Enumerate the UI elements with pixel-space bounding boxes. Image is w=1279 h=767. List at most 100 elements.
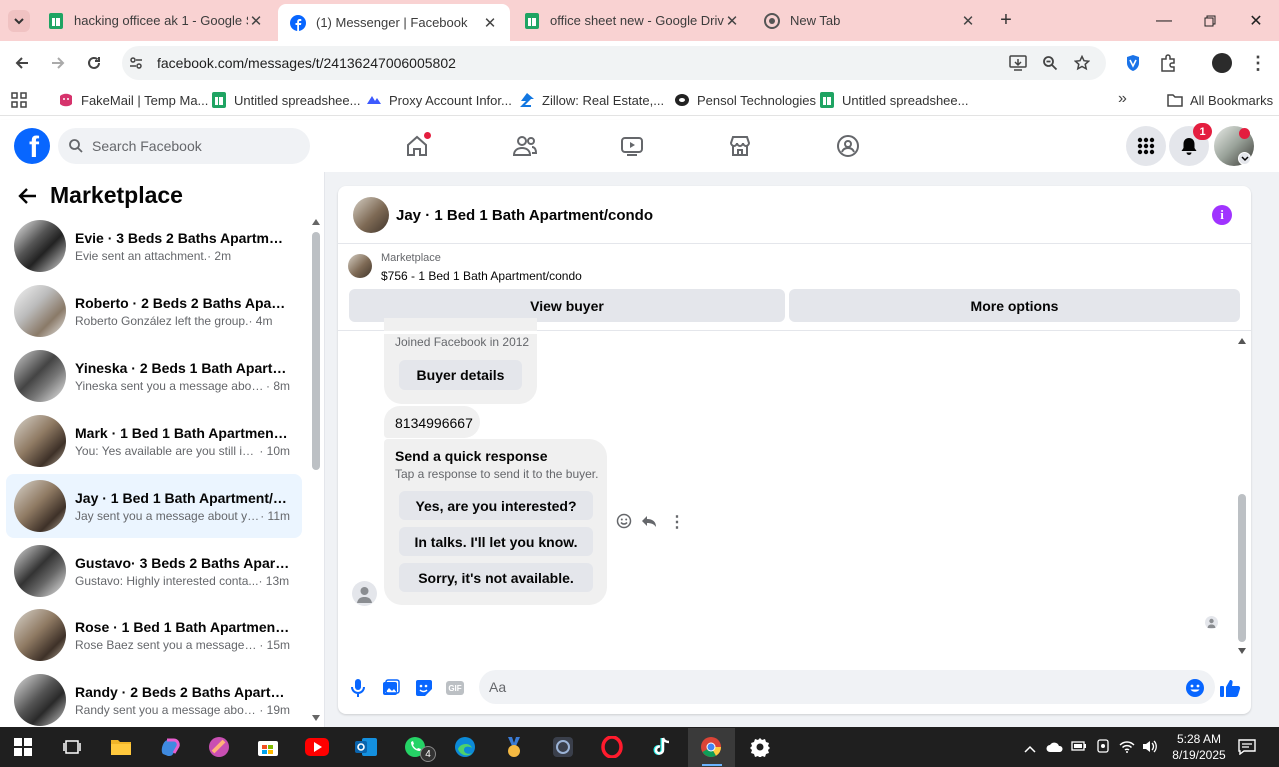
quick-response-in-talks-button[interactable]: In talks. I'll let you know. <box>399 527 593 556</box>
apps-grid-icon[interactable] <box>11 92 27 108</box>
search-facebook-input[interactable]: Search Facebook <box>58 128 310 164</box>
minimize-button[interactable]: — <box>1141 0 1187 41</box>
more-options-button[interactable]: More options <box>789 289 1240 322</box>
nav-groups[interactable] <box>834 134 862 158</box>
react-emoji-icon[interactable] <box>616 513 632 529</box>
conversation-item[interactable]: Randy · 2 Beds 2 Baths Apartme... Randy … <box>6 668 302 732</box>
back-arrow-icon[interactable] <box>18 186 38 212</box>
close-icon[interactable]: ✕ <box>960 12 976 30</box>
wifi-icon[interactable] <box>1119 740 1135 756</box>
extensions-icon[interactable] <box>1152 47 1184 79</box>
edge-app[interactable] <box>448 731 482 763</box>
emoji-picker-icon[interactable] <box>1184 677 1206 699</box>
bookmark-proxy-account[interactable]: Proxy Account Infor... <box>366 91 512 109</box>
chat-title[interactable]: Jay · 1 Bed 1 Bath Apartment/condo <box>396 207 653 224</box>
close-icon[interactable]: ✕ <box>482 14 498 32</box>
close-window-button[interactable]: ✕ <box>1233 0 1279 41</box>
forward-button[interactable] <box>42 47 74 79</box>
volume-icon[interactable] <box>1142 740 1158 756</box>
like-thumb-icon[interactable] <box>1219 677 1241 699</box>
conversation-item[interactable]: Mark · 1 Bed 1 Bath Apartment/... You: Y… <box>6 409 302 473</box>
sticker-icon[interactable] <box>413 677 435 699</box>
medal-app[interactable] <box>497 731 531 763</box>
quick-response-sorry-button[interactable]: Sorry, it's not available. <box>399 563 593 592</box>
install-app-icon[interactable] <box>1002 47 1034 79</box>
tray-chevron-up-icon[interactable] <box>1024 741 1036 756</box>
youtube-app[interactable] <box>300 731 334 763</box>
chat-scrollbar[interactable] <box>1238 494 1246 642</box>
new-tab-button[interactable]: + <box>994 8 1018 32</box>
nav-friends[interactable] <box>511 134 539 158</box>
tab-office-sheet[interactable]: office sheet new - Google Drive ✕ <box>512 0 752 41</box>
gif-icon[interactable]: GIF <box>444 677 466 699</box>
file-explorer-app[interactable] <box>104 731 138 763</box>
menu-button[interactable] <box>1126 126 1166 166</box>
tab-new-tab[interactable]: New Tab ✕ <box>752 0 988 41</box>
vpn-shield-icon[interactable] <box>1117 47 1149 79</box>
scroll-up-arrow[interactable] <box>312 219 320 225</box>
conversation-list-scrollbar[interactable] <box>312 232 320 470</box>
chat-scroll-down-arrow[interactable] <box>1238 648 1246 654</box>
onedrive-icon[interactable] <box>1046 741 1064 756</box>
voice-clip-icon[interactable] <box>347 677 369 699</box>
tab-search-button[interactable] <box>8 10 30 32</box>
battery-icon[interactable] <box>1071 740 1087 755</box>
bookmark-fakemail[interactable]: FakeMail | Temp Ma... <box>58 91 208 109</box>
chrome-app[interactable] <box>694 731 728 763</box>
conversation-item[interactable]: Evie · 3 Beds 2 Baths Apartment... Evie … <box>6 214 302 278</box>
settings-app[interactable] <box>743 731 777 763</box>
system-clock[interactable]: 5:28 AM 8/19/2025 <box>1164 731 1234 763</box>
nav-marketplace[interactable] <box>726 134 754 158</box>
info-icon[interactable]: i <box>1212 205 1232 225</box>
tab-hacking-officee[interactable]: hacking officee ak 1 - Google Sl ✕ <box>36 0 276 41</box>
message-more-icon[interactable]: ⋮ <box>669 512 685 532</box>
bookmark-pensol[interactable]: Pensol Technologies <box>674 91 816 109</box>
restore-button[interactable] <box>1187 0 1233 41</box>
conversation-item[interactable]: Rose · 1 Bed 1 Bath Apartment/c... Rose … <box>6 603 302 667</box>
pinned-app-dark[interactable] <box>546 731 580 763</box>
quick-response-yes-button[interactable]: Yes, are you interested? <box>399 491 593 520</box>
all-bookmarks-button[interactable]: All Bookmarks <box>1167 91 1273 109</box>
tab-messenger[interactable]: (1) Messenger | Facebook ✕ <box>278 4 510 41</box>
back-button[interactable] <box>6 47 38 79</box>
browser-menu-icon[interactable]: ⋮ <box>1242 47 1274 79</box>
task-view-button[interactable] <box>55 731 89 763</box>
device-icon[interactable] <box>1096 739 1110 756</box>
clock-date: 8/19/2025 <box>1172 748 1226 762</box>
opera-app[interactable] <box>595 731 629 763</box>
copilot-app[interactable] <box>153 731 187 763</box>
conversation-item[interactable]: Yineska · 2 Beds 1 Bath Apartme... Yines… <box>6 344 302 408</box>
conversation-item-selected[interactable]: Jay · 1 Bed 1 Bath Apartment/co... Jay s… <box>6 474 302 538</box>
chat-scroll-up-arrow[interactable] <box>1238 338 1246 344</box>
bookmark-untitled-spreadsheet-2[interactable]: Untitled spreadshee... <box>819 91 968 109</box>
close-icon[interactable]: ✕ <box>724 12 740 30</box>
microsoft-store-app[interactable] <box>251 731 285 763</box>
url-text[interactable]: facebook.com/messages/t/2413624700600580… <box>157 55 456 71</box>
profile-avatar[interactable] <box>1212 53 1232 73</box>
zoom-icon[interactable] <box>1034 47 1066 79</box>
facebook-logo[interactable]: f <box>14 128 50 164</box>
chat-header-avatar[interactable] <box>353 197 389 233</box>
reload-button[interactable] <box>78 47 110 79</box>
buyer-details-button[interactable]: Buyer details <box>399 360 522 390</box>
conversation-item[interactable]: Gustavo· 3 Beds 2 Baths Apartm... Gustav… <box>6 539 302 603</box>
pinned-app-purple[interactable] <box>202 731 236 763</box>
reply-icon[interactable] <box>641 513 657 529</box>
scroll-down-arrow[interactable] <box>312 715 320 721</box>
account-chevron-icon[interactable] <box>1238 152 1251 165</box>
notification-center-icon[interactable] <box>1238 739 1256 758</box>
nav-watch[interactable] <box>618 134 646 158</box>
close-icon[interactable]: ✕ <box>248 12 264 30</box>
outlook-app[interactable] <box>349 731 383 763</box>
conversation-item[interactable]: Roberto · 2 Beds 2 Baths Apart... Robert… <box>6 279 302 343</box>
start-button[interactable] <box>6 731 40 763</box>
bookmark-untitled-spreadsheet-1[interactable]: Untitled spreadshee... <box>211 91 360 109</box>
bookmark-zillow[interactable]: Zillow: Real Estate,... <box>519 91 664 109</box>
tiktok-app[interactable] <box>644 731 678 763</box>
more-bookmarks-icon[interactable]: » <box>1118 90 1127 108</box>
attach-photo-icon[interactable] <box>380 677 402 699</box>
message-input[interactable]: Aa <box>479 670 1215 704</box>
site-info-icon[interactable] <box>128 55 144 71</box>
bookmark-star-icon[interactable] <box>1066 47 1098 79</box>
listing-price-title[interactable]: $756 - 1 Bed 1 Bath Apartment/condo <box>381 269 582 283</box>
